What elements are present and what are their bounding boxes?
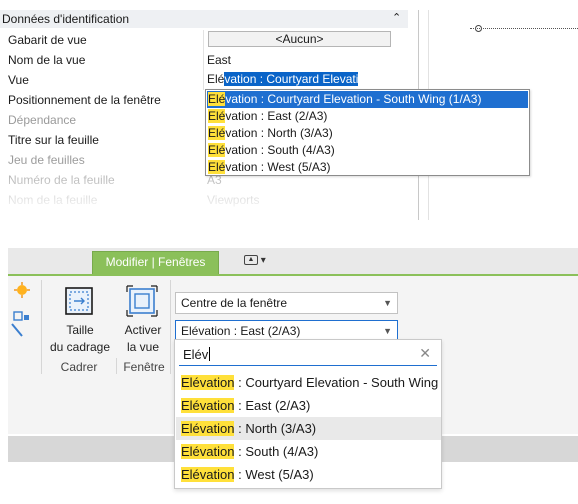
panel-separator <box>41 280 42 374</box>
match-highlight: Elévation <box>181 398 235 413</box>
dotted-leader-line <box>470 28 578 29</box>
section-title: Données d'identification <box>2 12 130 26</box>
crop-size-icon[interactable] <box>62 284 96 318</box>
view-input-selection: vation : Courtyard Elevati <box>224 72 359 86</box>
view-search-box[interactable]: Elév ✕ <box>179 343 437 366</box>
property-label: Titre sur la feuille <box>8 133 99 147</box>
divider <box>203 50 204 70</box>
property-row-view: Vue Elévation : Courtyard Elevati <box>0 70 408 90</box>
property-label: Vue <box>8 73 29 87</box>
item-text: : Courtyard Elevation - South Wing <box>234 375 439 390</box>
crop-size-label-1: Taille <box>66 323 94 337</box>
crop-size-label-2: du cadrage <box>49 340 111 354</box>
property-label: Dépendance <box>8 113 77 127</box>
sheet-name-value: Viewports <box>207 193 260 207</box>
property-row-view-name: Nom de la vue East <box>0 50 408 70</box>
list-item[interactable]: Elévation : South (4/A3) <box>176 440 441 463</box>
item-text: vation : Courtyard Elevation - South Win… <box>225 92 482 106</box>
chevron-down-icon: ▼ <box>383 298 392 308</box>
dropdown-item[interactable]: Elévation : East (2/A3) <box>207 108 528 125</box>
item-text: vation : South (4/A3) <box>225 143 335 157</box>
panel-toggle-icon[interactable]: ▲ ▾ <box>244 255 276 269</box>
chevron-down-icon: ▼ <box>383 326 392 336</box>
view-input[interactable]: Elévation : Courtyard Elevati <box>207 71 359 89</box>
activate-view-icon[interactable] <box>125 284 159 318</box>
property-label: Nom de la vue <box>8 53 86 67</box>
item-text: : East (2/A3) <box>234 398 311 413</box>
match-highlight: Elé <box>208 126 226 140</box>
view-tools-icon[interactable] <box>8 282 30 342</box>
viewport-position-select[interactable]: Centre de la fenêtre ▼ <box>175 292 398 314</box>
item-text: : West (5/A3) <box>234 467 314 482</box>
activate-view-label-1: Activer <box>124 323 162 337</box>
view-dropdown-list: Elévation : Courtyard Elevation - South … <box>205 89 530 176</box>
double-chevron-up-icon[interactable]: ⌃︎ <box>392 11 401 24</box>
property-label: Gabarit de vue <box>8 33 87 47</box>
item-text: vation : West (5/A3) <box>225 160 331 174</box>
match-highlight: Elévation <box>181 444 235 459</box>
match-highlight: Elé <box>208 160 226 174</box>
section-header-identification[interactable]: Données d'identification ⌃︎ <box>0 10 408 28</box>
view-template-button[interactable]: <Aucun> <box>208 31 391 47</box>
activate-view-label-2: la vue <box>126 340 160 354</box>
list-item[interactable]: Elévation : West (5/A3) <box>176 463 441 486</box>
item-text: : South (4/A3) <box>234 444 319 459</box>
activate-view-button[interactable]: Activer la vue <box>118 322 168 356</box>
view-input-prefix: Elé <box>207 72 225 86</box>
item-text: : North (3/A3) <box>234 421 317 436</box>
item-text: vation : North (3/A3) <box>225 126 333 140</box>
tab-modify-viewports[interactable]: Modifier | Fenêtres <box>92 251 219 274</box>
search-input[interactable]: Elév <box>183 347 211 362</box>
panel-separator <box>170 280 171 374</box>
match-highlight: Elévation <box>181 467 235 482</box>
match-highlight: Elé <box>208 109 226 123</box>
property-row-sheet-name: Nom de la feuille Viewports <box>0 190 408 210</box>
dropdown-item[interactable]: Elévation : West (5/A3) <box>207 159 528 176</box>
match-highlight: Elévation <box>181 421 235 436</box>
list-item[interactable]: Elévation : East (2/A3) <box>176 394 441 417</box>
clear-icon[interactable]: ✕ <box>419 345 431 362</box>
crop-size-button[interactable]: Taille du cadrage <box>44 322 116 356</box>
view-search-dropdown: Elév ✕ Elévation : Courtyard Elevation -… <box>174 339 442 489</box>
dropdown-item[interactable]: Elévation : Courtyard Elevation - South … <box>207 91 528 108</box>
match-highlight: Elévation <box>181 375 235 390</box>
view-select-value: Elévation : East (2/A3) <box>181 324 301 338</box>
panel-separator <box>116 358 117 374</box>
property-row-view-template: Gabarit de vue <Aucun> <box>0 30 408 50</box>
dropdown-item[interactable]: Elévation : North (3/A3) <box>207 125 528 142</box>
property-label: Positionnement de la fenêtre <box>8 93 161 107</box>
match-highlight: Elé <box>208 92 226 106</box>
property-label: Numéro de la feuille <box>8 173 115 187</box>
list-item[interactable]: Elévation : Courtyard Elevation - South … <box>176 371 441 394</box>
dropdown-item[interactable]: Elévation : South (4/A3) <box>207 142 528 159</box>
property-label: Nom de la feuille <box>8 193 98 207</box>
divider <box>203 70 204 90</box>
ribbon-tab-bar: Modifier | Fenêtres ▲ ▾ <box>8 248 578 274</box>
item-text: vation : East (2/A3) <box>225 109 328 123</box>
panel-label-frame: Cadrer <box>60 360 98 374</box>
list-item[interactable]: Elévation : North (3/A3) <box>176 417 441 440</box>
property-label: Jeu de feuilles <box>8 153 85 167</box>
panel-label-window: Fenêtre <box>123 360 165 374</box>
divider <box>203 30 204 50</box>
viewport-position-value: Centre de la fenêtre <box>181 296 288 310</box>
view-name-value[interactable]: East <box>207 53 231 67</box>
match-highlight: Elé <box>208 143 226 157</box>
